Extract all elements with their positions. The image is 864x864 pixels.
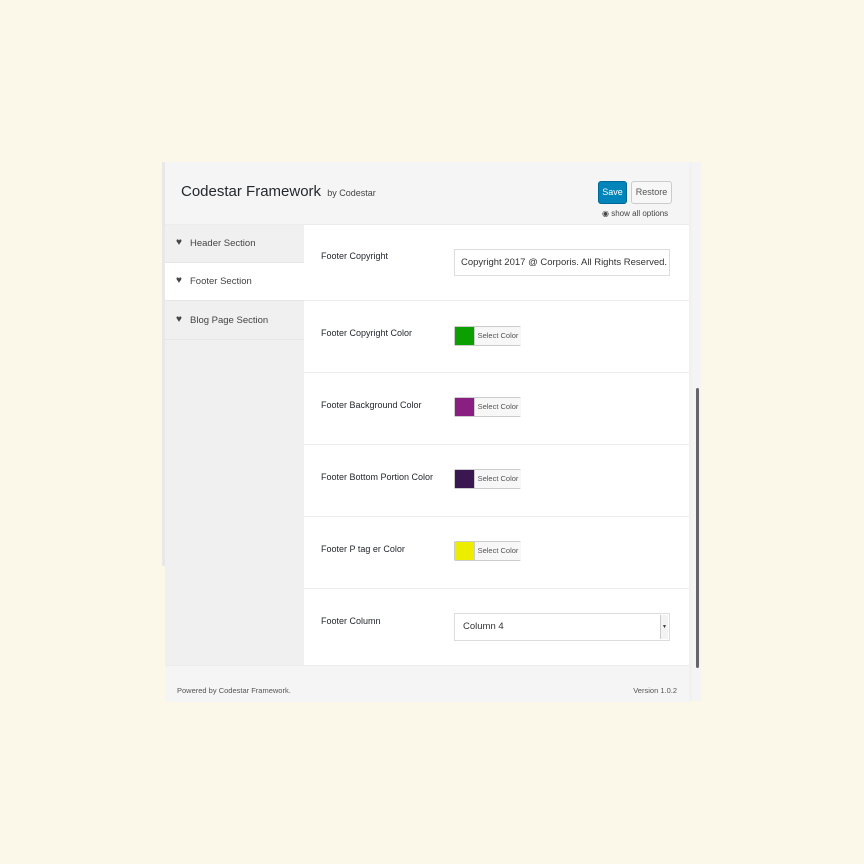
field-footer-bottom-portion-color: Footer Bottom Portion Color Select Color bbox=[304, 445, 689, 517]
sidebar-item-label: Footer Section bbox=[190, 276, 252, 287]
heart-icon: ♥ bbox=[176, 275, 182, 286]
footer-column-select[interactable]: Column 4 ▼ bbox=[454, 613, 670, 641]
field-label: Footer Background Color bbox=[321, 400, 422, 410]
panel-header: Codestar Framework by Codestar Save Rest… bbox=[165, 162, 689, 225]
sidebar: ♥ Header Section ♥ Footer Section ♥ Blog… bbox=[165, 225, 304, 665]
title-text: Codestar Framework bbox=[181, 183, 322, 200]
field-footer-copyright-color: Footer Copyright Color Select Color bbox=[304, 301, 689, 373]
show-all-options-link[interactable]: ◉ show all options bbox=[602, 209, 668, 218]
field-label: Footer P tag er Color bbox=[321, 544, 405, 554]
scrollbar-thumb[interactable] bbox=[696, 388, 699, 668]
chevron-down-icon: ▼ bbox=[660, 615, 668, 639]
powered-by-text: Powered by Codestar Framework. bbox=[177, 686, 291, 695]
ptag-color-picker[interactable]: Select Color bbox=[454, 541, 521, 561]
select-value: Column 4 bbox=[463, 621, 504, 632]
restore-button[interactable]: Restore bbox=[631, 181, 672, 204]
color-swatch bbox=[455, 542, 474, 560]
heart-icon: ♥ bbox=[176, 237, 182, 248]
sidebar-item-header-section[interactable]: ♥ Header Section bbox=[165, 225, 304, 263]
content-area: Footer Copyright Copyright 2017 @ Corpor… bbox=[304, 225, 689, 665]
sidebar-item-blog-page-section[interactable]: ♥ Blog Page Section bbox=[165, 302, 304, 340]
sidebar-item-label: Blog Page Section bbox=[190, 315, 269, 326]
panel-footer: Powered by Codestar Framework. Version 1… bbox=[165, 665, 689, 702]
field-label: Footer Column bbox=[321, 616, 381, 626]
background-color-picker[interactable]: Select Color bbox=[454, 397, 521, 417]
footer-copyright-input[interactable]: Copyright 2017 @ Corporis. All Rights Re… bbox=[454, 249, 670, 276]
title-by: by Codestar bbox=[327, 188, 376, 198]
select-color-button[interactable]: Select Color bbox=[474, 398, 521, 416]
options-panel: Codestar Framework by Codestar Save Rest… bbox=[165, 162, 689, 702]
field-label: Footer Copyright Color bbox=[321, 328, 413, 338]
color-swatch bbox=[455, 398, 474, 416]
field-label: Footer Copyright bbox=[321, 251, 389, 261]
field-label: Footer Bottom Portion Color bbox=[321, 472, 434, 482]
color-swatch bbox=[455, 327, 474, 345]
select-color-button[interactable]: Select Color bbox=[474, 470, 521, 488]
heart-icon: ♥ bbox=[176, 314, 182, 325]
field-footer-copyright: Footer Copyright Copyright 2017 @ Corpor… bbox=[304, 225, 689, 301]
select-color-button[interactable]: Select Color bbox=[474, 542, 521, 560]
eye-icon: ◉ bbox=[602, 209, 609, 218]
select-color-button[interactable]: Select Color bbox=[474, 327, 521, 345]
options-frame: Codestar Framework by Codestar Save Rest… bbox=[165, 162, 701, 702]
sidebar-item-label: Header Section bbox=[190, 238, 256, 249]
bottom-color-picker[interactable]: Select Color bbox=[454, 469, 521, 489]
field-footer-p-tag-color: Footer P tag er Color Select Color bbox=[304, 517, 689, 589]
sidebar-item-footer-section[interactable]: ♥ Footer Section bbox=[165, 263, 304, 301]
save-button[interactable]: Save bbox=[598, 181, 627, 204]
field-footer-background-color: Footer Background Color Select Color bbox=[304, 373, 689, 445]
framework-title: Codestar Framework by Codestar bbox=[181, 183, 376, 200]
field-footer-column: Footer Column Column 4 ▼ bbox=[304, 589, 689, 665]
version-text: Version 1.0.2 bbox=[633, 686, 677, 695]
copyright-color-picker[interactable]: Select Color bbox=[454, 326, 521, 346]
show-all-label: show all options bbox=[611, 209, 669, 218]
color-swatch bbox=[455, 470, 474, 488]
